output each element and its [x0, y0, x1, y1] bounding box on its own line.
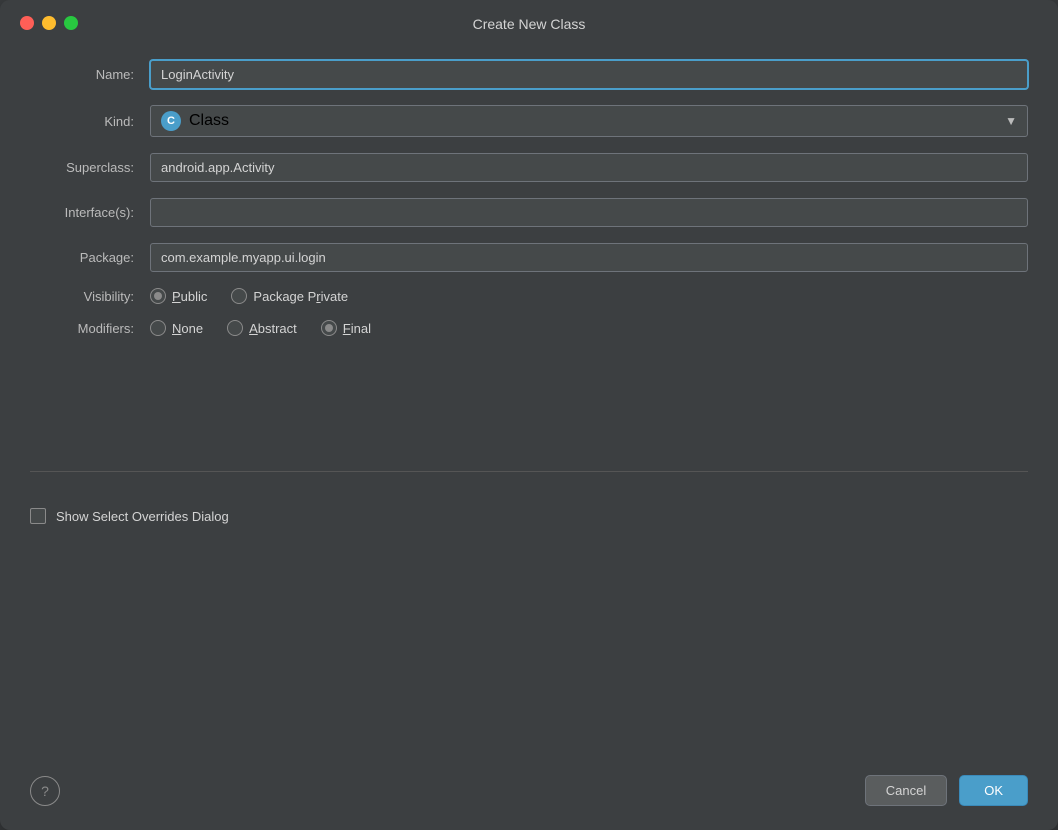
title-bar: Create New Class — [0, 0, 1058, 40]
maximize-button[interactable] — [64, 16, 78, 30]
visibility-public-radio[interactable] — [150, 288, 166, 304]
help-button[interactable]: ? — [30, 776, 60, 806]
dialog-title: Create New Class — [473, 16, 586, 32]
modifier-none-radio[interactable] — [150, 320, 166, 336]
name-label: Name: — [30, 67, 150, 82]
visibility-package-private-label: Package Private — [253, 289, 348, 304]
kind-value: Class — [189, 112, 229, 130]
modifiers-radio-group: None Abstract Final — [150, 320, 1028, 336]
kind-label: Kind: — [30, 114, 150, 129]
visibility-package-private-option[interactable]: Package Private — [231, 288, 348, 304]
package-row: Package: — [30, 243, 1028, 272]
package-input[interactable] — [150, 243, 1028, 272]
superclass-row: Superclass: — [30, 153, 1028, 182]
visibility-row: Visibility: Public Package Private — [30, 288, 1028, 304]
dialog-body: Name: Kind: C Class ▼ Superclass: Interf… — [0, 40, 1058, 759]
modifiers-row: Modifiers: None Abstract Final — [30, 320, 1028, 336]
package-label: Package: — [30, 250, 150, 265]
kind-row: Kind: C Class ▼ — [30, 105, 1028, 137]
kind-dropdown[interactable]: C Class ▼ — [150, 105, 1028, 137]
close-button[interactable] — [20, 16, 34, 30]
superclass-label: Superclass: — [30, 160, 150, 175]
visibility-package-private-radio[interactable] — [231, 288, 247, 304]
modifier-none-option[interactable]: None — [150, 320, 203, 336]
create-new-class-dialog: Create New Class Name: Kind: C Class ▼ S… — [0, 0, 1058, 830]
modifier-abstract-radio[interactable] — [227, 320, 243, 336]
action-buttons: Cancel OK — [865, 775, 1028, 806]
kind-icon: C — [161, 111, 181, 131]
interfaces-label: Interface(s): — [30, 205, 150, 220]
modifiers-label: Modifiers: — [30, 321, 150, 336]
modifier-final-radio[interactable] — [321, 320, 337, 336]
show-overrides-row: Show Select Overrides Dialog — [30, 492, 1028, 540]
visibility-public-option[interactable]: Public — [150, 288, 207, 304]
cancel-button[interactable]: Cancel — [865, 775, 947, 806]
interfaces-input[interactable] — [150, 198, 1028, 227]
dropdown-arrow-icon: ▼ — [1005, 114, 1017, 128]
show-overrides-checkbox[interactable] — [30, 508, 46, 524]
modifier-final-label: Final — [343, 321, 371, 336]
modifier-abstract-option[interactable]: Abstract — [227, 320, 297, 336]
kind-select-inner: C Class — [161, 111, 229, 131]
modifier-final-option[interactable]: Final — [321, 320, 371, 336]
divider — [30, 471, 1028, 472]
modifier-none-label: None — [172, 321, 203, 336]
visibility-radio-group: Public Package Private — [150, 288, 1028, 304]
name-row: Name: — [30, 60, 1028, 89]
minimize-button[interactable] — [42, 16, 56, 30]
window-controls — [20, 16, 78, 30]
modifier-abstract-label: Abstract — [249, 321, 297, 336]
superclass-input[interactable] — [150, 153, 1028, 182]
show-overrides-label: Show Select Overrides Dialog — [56, 509, 229, 524]
name-input[interactable] — [150, 60, 1028, 89]
dialog-footer: ? Cancel OK — [0, 759, 1058, 830]
ok-button[interactable]: OK — [959, 775, 1028, 806]
visibility-public-label: Public — [172, 289, 207, 304]
visibility-label: Visibility: — [30, 289, 150, 304]
interfaces-row: Interface(s): — [30, 198, 1028, 227]
